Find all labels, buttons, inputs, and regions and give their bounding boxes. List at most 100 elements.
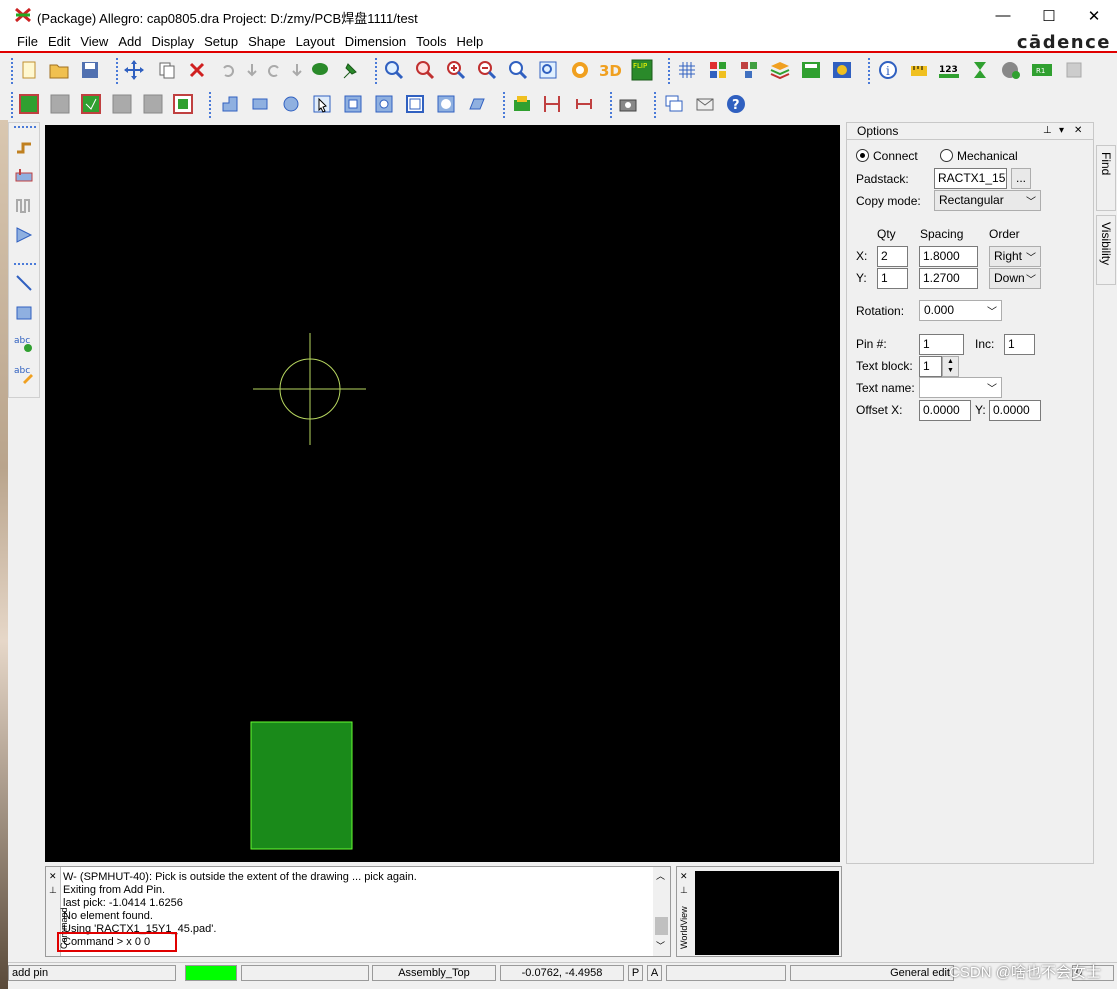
menu-layout[interactable]: Layout: [291, 33, 340, 51]
copy-icon[interactable]: [155, 58, 179, 82]
status-p-button[interactable]: P: [628, 965, 643, 981]
dimension-linear-icon[interactable]: [540, 92, 564, 116]
y-qty-input[interactable]: 1: [877, 268, 908, 289]
menu-add[interactable]: Add: [113, 33, 146, 51]
maximize-button[interactable]: ☐: [1026, 0, 1072, 31]
offset-y-input[interactable]: 0.0000: [989, 400, 1041, 421]
undo-icon[interactable]: [216, 58, 240, 82]
zoom-in-icon[interactable]: [444, 58, 468, 82]
menu-help[interactable]: Help: [451, 33, 488, 51]
menu-shape[interactable]: Shape: [243, 33, 291, 51]
scroll-thumb[interactable]: [655, 917, 668, 935]
connect-radio[interactable]: [856, 149, 869, 162]
pin-panel-icon[interactable]: ⊥: [1043, 123, 1052, 139]
show-element-icon[interactable]: [799, 58, 823, 82]
layer-frame-icon[interactable]: [171, 92, 195, 116]
redraw-icon[interactable]: [568, 58, 592, 82]
zoom-world-icon[interactable]: [536, 58, 560, 82]
measure-icon[interactable]: [907, 58, 931, 82]
reports-icon[interactable]: [830, 58, 854, 82]
menu-view[interactable]: View: [75, 33, 113, 51]
windows-cascade-icon[interactable]: [662, 92, 686, 116]
open-folder-icon[interactable]: [47, 58, 71, 82]
zoom-previous-icon[interactable]: [506, 58, 530, 82]
slide-icon[interactable]: [12, 163, 36, 187]
text-name-select[interactable]: ﹀: [919, 377, 1002, 398]
scroll-down-icon[interactable]: ﹀: [656, 939, 665, 952]
smd-pad[interactable]: [250, 721, 353, 850]
new-file-icon[interactable]: [17, 58, 41, 82]
status-a-button[interactable]: A: [647, 965, 662, 981]
menu-file[interactable]: File: [12, 33, 43, 51]
close-icon[interactable]: ✕: [680, 871, 688, 882]
shape-circle-frame-icon[interactable]: [434, 92, 458, 116]
panel-menu-icon[interactable]: ▾: [1059, 123, 1064, 139]
add-line-icon[interactable]: [12, 271, 36, 295]
tab-visibility[interactable]: Visibility: [1096, 215, 1116, 285]
add-rectangle-icon[interactable]: [12, 301, 36, 325]
pin-number-input[interactable]: 1: [919, 334, 964, 355]
info-icon[interactable]: i: [876, 58, 900, 82]
move-icon[interactable]: [122, 58, 146, 82]
menu-setup[interactable]: Setup: [199, 33, 243, 51]
text-block-input[interactable]: 1: [919, 356, 942, 377]
copy-mode-select[interactable]: Rectangular ﹀: [934, 190, 1041, 211]
help-icon[interactable]: ?: [724, 92, 748, 116]
x-order-select[interactable]: Right ﹀: [989, 246, 1041, 267]
menu-display[interactable]: Display: [146, 33, 199, 51]
add-text-icon[interactable]: abc: [12, 331, 36, 355]
edit-text-icon[interactable]: abc: [12, 361, 36, 385]
tab-find[interactable]: Find: [1096, 145, 1116, 211]
save-icon[interactable]: [78, 58, 102, 82]
manual-void-icon[interactable]: [341, 92, 365, 116]
x-qty-input[interactable]: 2: [877, 246, 908, 267]
y-spacing-input[interactable]: 1.2700: [919, 268, 978, 289]
pin-panel-icon[interactable]: ⊥: [680, 885, 688, 896]
padstack-input[interactable]: RACTX1_15Y: [934, 168, 1007, 189]
renumber-icon[interactable]: 123: [938, 58, 962, 82]
scroll-up-icon[interactable]: ︿: [656, 869, 665, 882]
redo-icon[interactable]: [262, 58, 286, 82]
layer-disabled-1-icon[interactable]: [48, 92, 72, 116]
color-dialog-icon[interactable]: [706, 58, 730, 82]
layer-disabled-3-icon[interactable]: [141, 92, 165, 116]
grid-toggle-icon[interactable]: [675, 58, 699, 82]
rotation-select[interactable]: 0.000 ﹀: [919, 300, 1002, 321]
flip-board-icon[interactable]: FLIP: [630, 58, 654, 82]
add-circle-icon[interactable]: [999, 58, 1023, 82]
minimize-button[interactable]: —: [980, 0, 1026, 31]
3d-view-icon[interactable]: 3D: [598, 58, 622, 82]
disabled-tool-icon[interactable]: [1062, 58, 1086, 82]
board-layer-icon[interactable]: [17, 92, 41, 116]
worldview-canvas[interactable]: [695, 871, 839, 955]
redo-step-icon[interactable]: [285, 58, 309, 82]
undo-step-icon[interactable]: [240, 58, 264, 82]
zoom-points-icon[interactable]: [382, 58, 406, 82]
shape-polygon-icon[interactable]: [218, 92, 242, 116]
hourglass-icon[interactable]: [968, 58, 992, 82]
layer-visibility-icon[interactable]: [768, 58, 792, 82]
menu-edit[interactable]: Edit: [43, 33, 75, 51]
inc-input[interactable]: 1: [1004, 334, 1035, 355]
shadow-mode-icon[interactable]: [737, 58, 761, 82]
shape-rectangle-icon[interactable]: [248, 92, 272, 116]
panel-close-icon[interactable]: ✕: [1074, 123, 1082, 139]
padstack-browse-button[interactable]: ...: [1011, 168, 1031, 189]
comment-icon[interactable]: [308, 58, 332, 82]
menu-dimension[interactable]: Dimension: [340, 33, 411, 51]
pin-icon[interactable]: [338, 58, 362, 82]
camera-icon[interactable]: [616, 92, 640, 116]
delay-tune-icon[interactable]: [12, 193, 36, 217]
shape-circle-icon[interactable]: [279, 92, 303, 116]
delete-icon[interactable]: [185, 58, 209, 82]
shape-merge-icon[interactable]: [465, 92, 489, 116]
dimension-horizontal-icon[interactable]: [572, 92, 596, 116]
close-icon[interactable]: ✕: [49, 871, 57, 882]
mechanical-radio[interactable]: [940, 149, 953, 162]
edit-boundary-icon[interactable]: [372, 92, 396, 116]
text-block-spinner[interactable]: ▲ ▼: [942, 356, 959, 377]
mail-icon[interactable]: [693, 92, 717, 116]
design-canvas[interactable]: [45, 125, 840, 862]
y-order-select[interactable]: Down ﹀: [989, 268, 1041, 289]
layer-active-icon[interactable]: [79, 92, 103, 116]
